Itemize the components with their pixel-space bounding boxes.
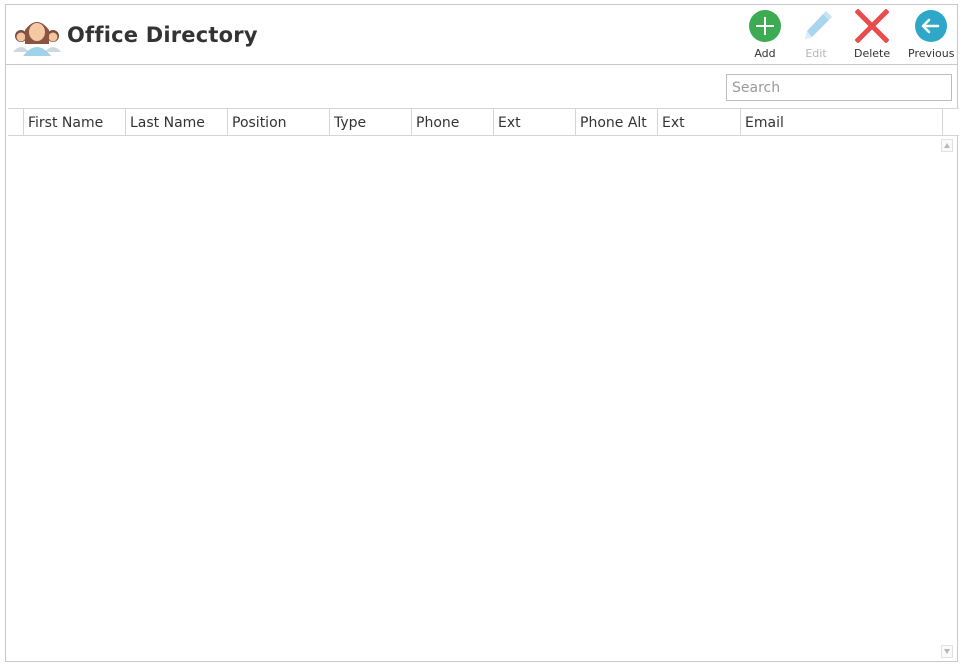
app-window: Office Directory Add Edit Delete Previou… [5,4,959,662]
column-header-ext[interactable]: Ext [493,109,575,135]
grid-header: First Name Last Name Position Type Phone… [8,108,959,136]
previous-label: Previous [908,47,955,60]
page-title: Office Directory [67,23,258,47]
people-group-icon [13,22,61,56]
column-header-first-name[interactable]: First Name [23,109,125,135]
delete-button[interactable]: Delete [854,9,890,60]
header-bar: Office Directory Add Edit Delete Previou… [6,5,957,65]
column-header-ext-alt[interactable]: Ext [657,109,740,135]
column-header-type[interactable]: Type [329,109,411,135]
arrow-left-circle-icon [915,10,948,42]
search-input[interactable] [726,74,952,101]
column-header-last-name[interactable]: Last Name [125,109,227,135]
pencil-icon [805,11,832,39]
scroll-up-arrow-icon[interactable] [941,139,953,152]
delete-label: Delete [854,47,891,60]
column-header-spacer [942,109,959,135]
scroll-down-arrow-icon[interactable] [941,645,953,658]
previous-button[interactable]: Previous [908,9,955,60]
column-header-position[interactable]: Position [227,109,329,135]
vertical-scrollbar[interactable] [939,136,956,661]
add-label: Add [754,47,776,60]
column-header-phone[interactable]: Phone [411,109,493,135]
grid-body [8,136,939,661]
plus-circle-icon [749,10,781,42]
column-header-email[interactable]: Email [740,109,942,135]
add-button[interactable]: Add [748,9,782,60]
x-icon [855,9,890,43]
column-header-phone-alt[interactable]: Phone Alt [575,109,657,135]
edit-label: Edit [805,47,827,60]
edit-button[interactable]: Edit [799,9,833,60]
